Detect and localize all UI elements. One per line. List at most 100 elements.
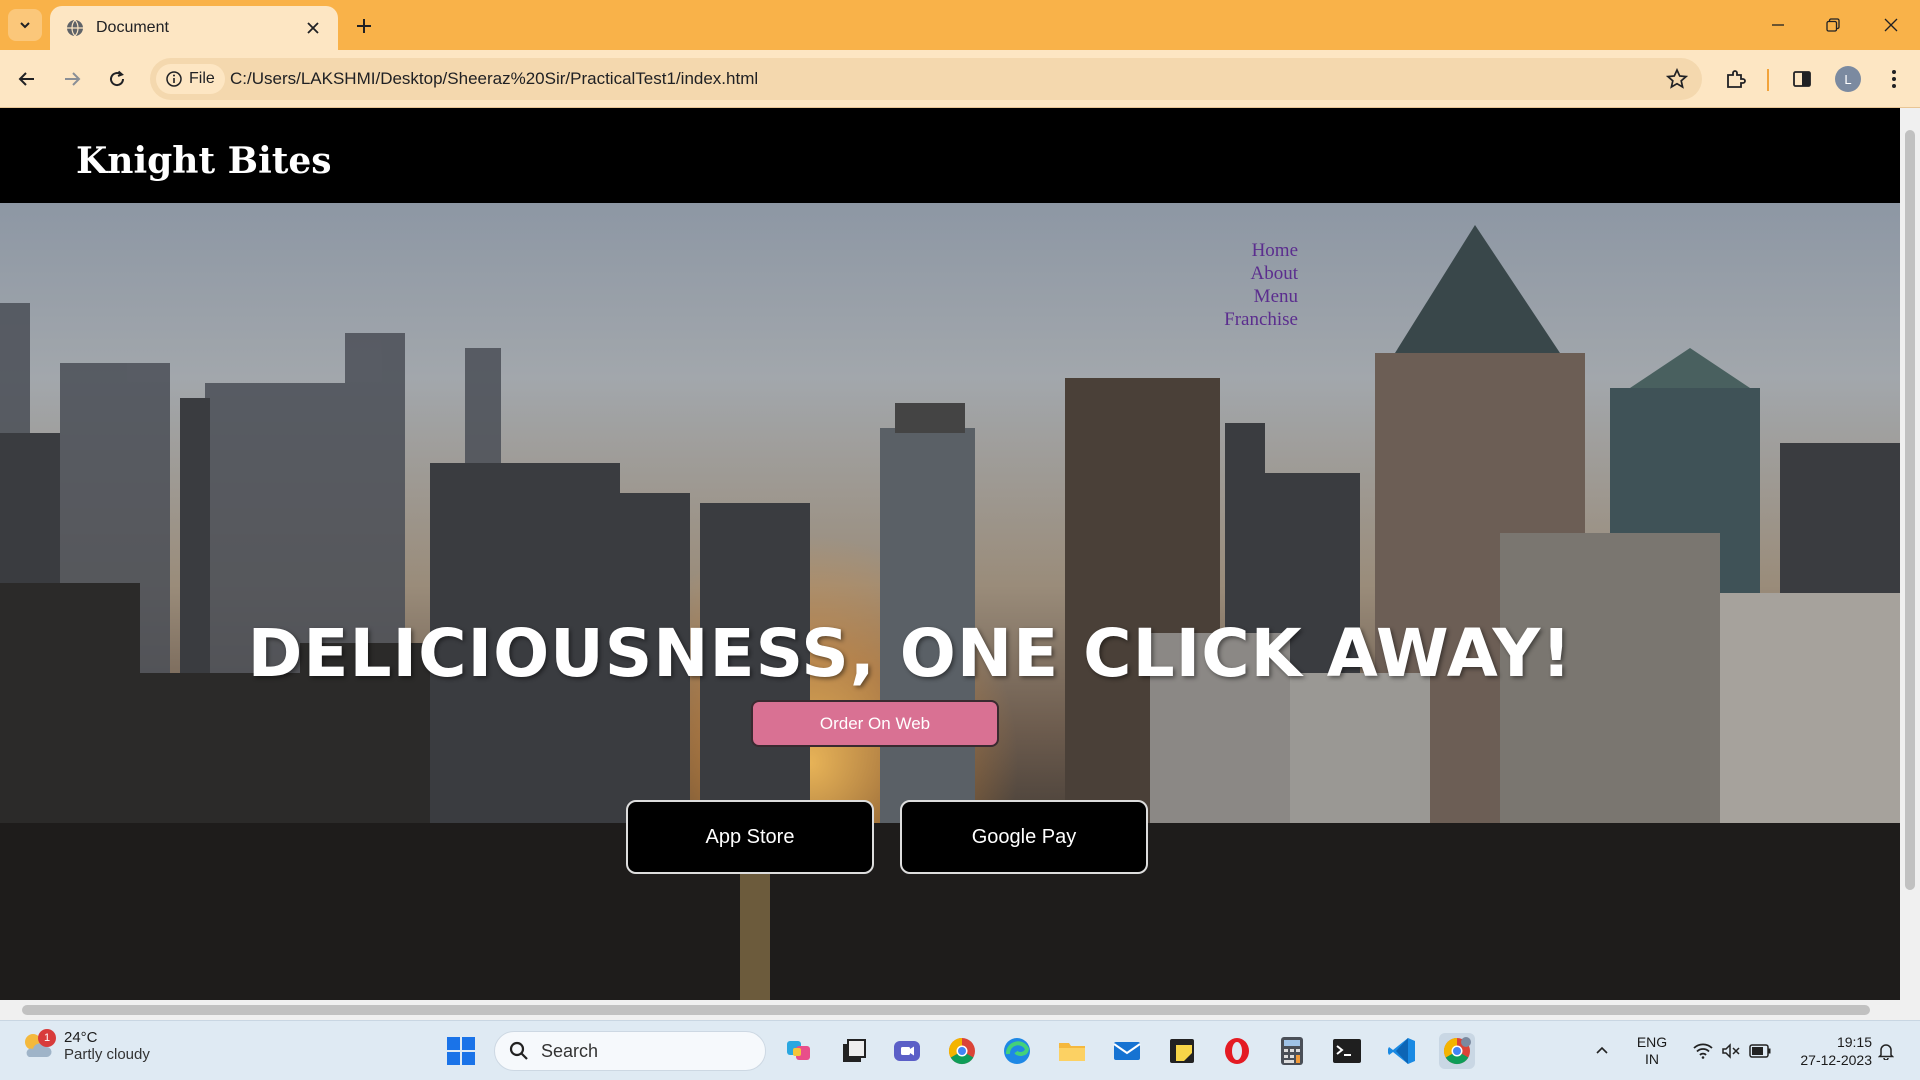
- google-pay-button[interactable]: Google Pay: [900, 800, 1148, 874]
- order-on-web-button[interactable]: Order On Web: [751, 700, 999, 747]
- main-nav: Home About Menu Franchise: [1224, 239, 1298, 331]
- more-vertical-icon: [1892, 70, 1896, 88]
- bell-icon: [1878, 1044, 1894, 1060]
- chevron-up-icon: [1596, 1046, 1608, 1054]
- clock-date: 27-12-2023: [1800, 1052, 1872, 1068]
- taskbar-app-vscode[interactable]: [1384, 1033, 1420, 1069]
- language-indicator[interactable]: ENG IN: [1630, 1021, 1674, 1080]
- tab-bar: Document: [0, 0, 1920, 50]
- chrome-profile-icon: [1443, 1037, 1471, 1065]
- hero-headline: DELICIOUSNESS, ONE CLICK AWAY!: [247, 615, 1573, 692]
- globe-icon: [67, 19, 83, 37]
- taskbar-app-edge[interactable]: [999, 1033, 1035, 1069]
- hero-section: Home About Menu Franchise DELICIOUSNESS,…: [0, 203, 1900, 1000]
- terminal-icon: [1333, 1039, 1361, 1063]
- search-icon: [509, 1041, 528, 1060]
- address-bar[interactable]: File C:/Users/LAKSHMI/Desktop/Sheeraz%20…: [150, 58, 1702, 100]
- taskbar-search[interactable]: Search: [494, 1031, 766, 1071]
- close-window-button[interactable]: [1873, 10, 1909, 40]
- new-tab-button[interactable]: [350, 12, 378, 40]
- restore-icon: [1826, 18, 1840, 32]
- weather-badge: 1: [38, 1029, 56, 1047]
- vertical-scrollbar[interactable]: [1900, 108, 1920, 1000]
- folder-icon: [1059, 1043, 1085, 1061]
- nav-link-menu[interactable]: Menu: [1224, 285, 1298, 308]
- taskbar-app-task-view[interactable]: [836, 1033, 872, 1069]
- close-icon: [1884, 18, 1898, 32]
- arrow-left-icon: [18, 72, 34, 86]
- taskbar-app-chrome[interactable]: [944, 1033, 980, 1069]
- nav-link-franchise[interactable]: Franchise: [1224, 308, 1298, 331]
- vscode-icon: [1388, 1038, 1415, 1064]
- restore-button[interactable]: [1815, 10, 1851, 40]
- speaker-muted-icon: [1722, 1043, 1740, 1059]
- clock-time: 19:15: [1836, 1034, 1872, 1050]
- close-tab-icon[interactable]: [302, 17, 324, 39]
- sticky-notes-icon: [1170, 1039, 1194, 1063]
- horizontal-scrollbar-thumb[interactable]: [22, 1005, 1870, 1015]
- nav-link-home[interactable]: Home: [1224, 239, 1298, 262]
- taskbar-app-file-explorer[interactable]: [1054, 1033, 1090, 1069]
- show-hidden-icons-button[interactable]: [1588, 1021, 1616, 1080]
- brand-logo[interactable]: Knight Bites: [76, 140, 332, 182]
- wifi-icon: [1693, 1043, 1713, 1059]
- url-text[interactable]: C:/Users/LAKSHMI/Desktop/Sheeraz%20Sir/P…: [230, 69, 758, 89]
- tab-search-button[interactable]: [8, 9, 42, 41]
- battery-icon: [1749, 1044, 1771, 1058]
- browser-toolbar: File C:/Users/LAKSHMI/Desktop/Sheeraz%20…: [0, 50, 1920, 108]
- chevron-down-icon: [20, 22, 30, 29]
- region-text: IN: [1645, 1051, 1659, 1067]
- clock[interactable]: 19:15 27-12-2023: [1782, 1021, 1872, 1080]
- system-tray-status[interactable]: [1686, 1021, 1778, 1080]
- puzzle-icon: [1727, 70, 1746, 88]
- minimize-icon: [1772, 24, 1784, 26]
- notifications-button[interactable]: [1872, 1021, 1900, 1080]
- taskbar-app-mail[interactable]: [1109, 1033, 1145, 1069]
- language-text: ENG: [1636, 1034, 1668, 1050]
- video-chat-icon: [894, 1041, 920, 1061]
- page-viewport: Knight Bites Home About Menu Franchise D…: [0, 108, 1900, 1000]
- reload-icon: [110, 70, 125, 87]
- forward-button[interactable]: [56, 63, 88, 95]
- back-button[interactable]: [11, 63, 43, 95]
- search-label: Search: [541, 1040, 599, 1061]
- info-icon: [166, 71, 182, 87]
- nav-link-about[interactable]: About: [1224, 262, 1299, 285]
- taskbar-app-chrome-active[interactable]: [1439, 1033, 1475, 1069]
- site-header: Knight Bites: [0, 108, 1900, 203]
- site-info-label: File: [189, 70, 215, 87]
- minimize-button[interactable]: [1760, 10, 1796, 40]
- browser-tab[interactable]: Document: [50, 6, 338, 50]
- temperature-text: 24°C: [64, 1029, 98, 1046]
- vertical-scrollbar-thumb[interactable]: [1905, 130, 1915, 890]
- tab-title: Document: [96, 19, 169, 36]
- profile-avatar[interactable]: L: [1835, 66, 1861, 92]
- task-view-icon: [843, 1039, 866, 1062]
- city-skyline-image: [0, 225, 1900, 1000]
- chrome-icon: [948, 1037, 975, 1065]
- taskbar-app-sticky-notes[interactable]: [1164, 1033, 1200, 1069]
- arrow-right-icon: [65, 72, 81, 86]
- taskbar: 1 24°C Partly cloudy Search ENG IN 19:15…: [0, 1020, 1920, 1080]
- mail-icon: [1113, 1042, 1141, 1060]
- toolbar-divider: [1767, 69, 1769, 91]
- bookmark-star-icon[interactable]: [1666, 68, 1688, 90]
- taskbar-app-calculator[interactable]: [1274, 1033, 1310, 1069]
- browser-menu-button[interactable]: [1880, 65, 1908, 93]
- extensions-button[interactable]: [1722, 65, 1750, 93]
- taskbar-app-teams[interactable]: [889, 1033, 925, 1069]
- reload-button[interactable]: [101, 63, 133, 95]
- site-info-chip[interactable]: File: [156, 64, 225, 94]
- plus-icon: [357, 19, 371, 33]
- weather-widget[interactable]: 1 24°C Partly cloudy: [20, 1029, 150, 1063]
- windows-logo-icon: [447, 1037, 475, 1065]
- side-panel-icon: [1793, 71, 1811, 87]
- side-panel-button[interactable]: [1788, 65, 1816, 93]
- app-store-button[interactable]: App Store: [626, 800, 874, 874]
- calculator-icon: [1281, 1037, 1303, 1065]
- taskbar-app-opera[interactable]: [1219, 1033, 1255, 1069]
- taskbar-app-terminal[interactable]: [1329, 1033, 1365, 1069]
- start-button[interactable]: [443, 1033, 479, 1069]
- horizontal-scrollbar[interactable]: [0, 1000, 1920, 1020]
- taskbar-app-copilot[interactable]: [781, 1033, 817, 1069]
